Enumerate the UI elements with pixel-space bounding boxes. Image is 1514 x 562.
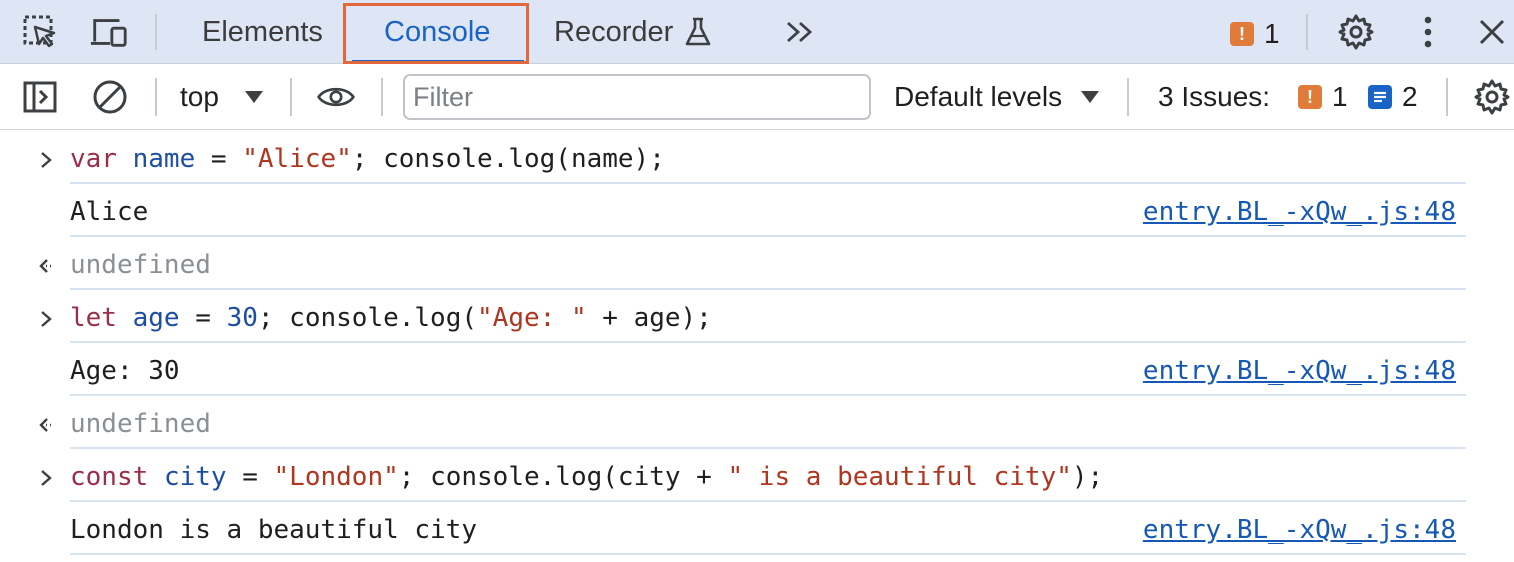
console-result-row: undefined bbox=[0, 237, 1514, 290]
console-input-row: let age = 30; console.log("Age: " + age)… bbox=[0, 290, 1514, 343]
warning-count: 1 bbox=[1332, 81, 1348, 112]
tab-console-label: Console bbox=[384, 15, 491, 48]
console-log-row: Age: 30 entry.BL_-xQw_.js:48 bbox=[0, 343, 1514, 396]
console-result-row: undefined bbox=[0, 396, 1514, 449]
more-options-icon[interactable] bbox=[1408, 12, 1448, 52]
tab-console[interactable]: Console bbox=[384, 0, 490, 64]
code-token: = bbox=[226, 462, 274, 492]
context-selector-label: top bbox=[180, 81, 219, 112]
separator bbox=[155, 14, 157, 50]
source-link[interactable]: entry.BL_-xQw_.js:48 bbox=[1143, 356, 1456, 386]
active-tab-indicator bbox=[352, 60, 524, 63]
code-token: const bbox=[70, 462, 149, 492]
devtools-tab-bar: Elements Console Recorder ! 1 bbox=[0, 0, 1514, 64]
dropdown-arrow-icon bbox=[1080, 90, 1100, 104]
code-token: + age); bbox=[586, 303, 712, 333]
filter-input[interactable] bbox=[403, 74, 871, 120]
code-token: age bbox=[132, 303, 180, 333]
issues-counter[interactable]: 3 Issues: ! 1 2 bbox=[1158, 64, 1428, 130]
close-icon[interactable] bbox=[1472, 12, 1512, 52]
separator bbox=[1127, 78, 1129, 116]
source-link[interactable]: entry.BL_-xQw_.js:48 bbox=[1143, 515, 1456, 545]
console-input-row: const city = "London"; console.log(city … bbox=[0, 449, 1514, 502]
code-token: ); bbox=[1071, 462, 1104, 492]
console-log-message: Age: 30 bbox=[70, 356, 180, 386]
console-log-row: Alice entry.BL_-xQw_.js:48 bbox=[0, 184, 1514, 237]
code-token: " is a beautiful city" bbox=[727, 462, 1072, 492]
settings-gear-icon[interactable] bbox=[1336, 12, 1376, 52]
tab-recorder-label: Recorder bbox=[554, 15, 674, 48]
clear-console-icon[interactable] bbox=[90, 77, 130, 117]
console-input-code: var name = "Alice"; console.log(name); bbox=[70, 144, 665, 174]
code-token: name bbox=[132, 144, 196, 174]
device-toolbar-icon[interactable] bbox=[89, 12, 129, 52]
console-log-message: London is a beautiful city bbox=[70, 515, 477, 545]
input-prompt-chevron-icon bbox=[38, 469, 54, 487]
tab-recorder[interactable]: Recorder bbox=[554, 0, 713, 64]
input-prompt-chevron-icon bbox=[38, 151, 54, 169]
input-prompt-chevron-icon bbox=[38, 310, 54, 328]
return-value-arrow-icon bbox=[38, 257, 54, 275]
code-token: ; console.log(city + bbox=[398, 462, 728, 492]
code-token: ; console.log(name); bbox=[351, 144, 665, 174]
code-token: = bbox=[195, 144, 243, 174]
separator bbox=[155, 78, 157, 116]
context-selector[interactable]: top bbox=[180, 64, 270, 130]
code-token: "London" bbox=[273, 462, 399, 492]
separator bbox=[1306, 14, 1308, 50]
issue-count: 1 bbox=[1264, 18, 1280, 49]
code-token: city bbox=[163, 462, 227, 492]
log-levels-dropdown[interactable]: Default levels bbox=[894, 64, 1104, 130]
console-return-value: undefined bbox=[70, 250, 211, 280]
code-token: var bbox=[70, 144, 117, 174]
code-token: let bbox=[70, 303, 117, 333]
separator bbox=[1446, 78, 1448, 116]
issues-label: 3 Issues: bbox=[1158, 81, 1271, 112]
code-token: = bbox=[179, 303, 227, 333]
console-log-message: Alice bbox=[70, 197, 149, 227]
log-levels-label: Default levels bbox=[894, 81, 1063, 112]
separator bbox=[381, 78, 383, 116]
separator bbox=[290, 78, 292, 116]
info-message-icon bbox=[1368, 85, 1392, 109]
tab-elements[interactable]: Elements bbox=[202, 0, 323, 64]
console-log-row: London is a beautiful city entry.BL_-xQw_… bbox=[0, 502, 1514, 555]
console-input-row: var name = "Alice"; console.log(name); bbox=[0, 131, 1514, 184]
inspect-element-icon[interactable] bbox=[20, 12, 60, 52]
flask-icon bbox=[683, 16, 713, 48]
dropdown-arrow-icon bbox=[244, 90, 264, 104]
code-token: 30 bbox=[226, 303, 258, 333]
code-token: "Age: " bbox=[477, 303, 587, 333]
code-token: ; console.log( bbox=[257, 303, 478, 333]
row-divider bbox=[70, 553, 1466, 555]
console-output: var name = "Alice"; console.log(name); Al… bbox=[0, 131, 1514, 562]
live-expression-eye-icon[interactable] bbox=[316, 77, 356, 117]
console-settings-gear-icon[interactable] bbox=[1472, 77, 1512, 117]
warning-icon: ! bbox=[1298, 85, 1322, 109]
console-input-code: let age = 30; console.log("Age: " + age)… bbox=[70, 303, 712, 333]
warning-icon[interactable]: ! bbox=[1230, 22, 1254, 46]
tab-elements-label: Elements bbox=[202, 15, 323, 48]
return-value-arrow-icon bbox=[38, 416, 54, 434]
sidebar-toggle-icon[interactable] bbox=[20, 77, 60, 117]
console-return-value: undefined bbox=[70, 409, 211, 439]
source-link[interactable]: entry.BL_-xQw_.js:48 bbox=[1143, 197, 1456, 227]
info-count: 2 bbox=[1402, 81, 1418, 112]
more-tabs-chevron-icon[interactable] bbox=[780, 12, 820, 52]
console-input-code: const city = "London"; console.log(city … bbox=[70, 462, 1103, 492]
code-token: "Alice" bbox=[242, 144, 352, 174]
